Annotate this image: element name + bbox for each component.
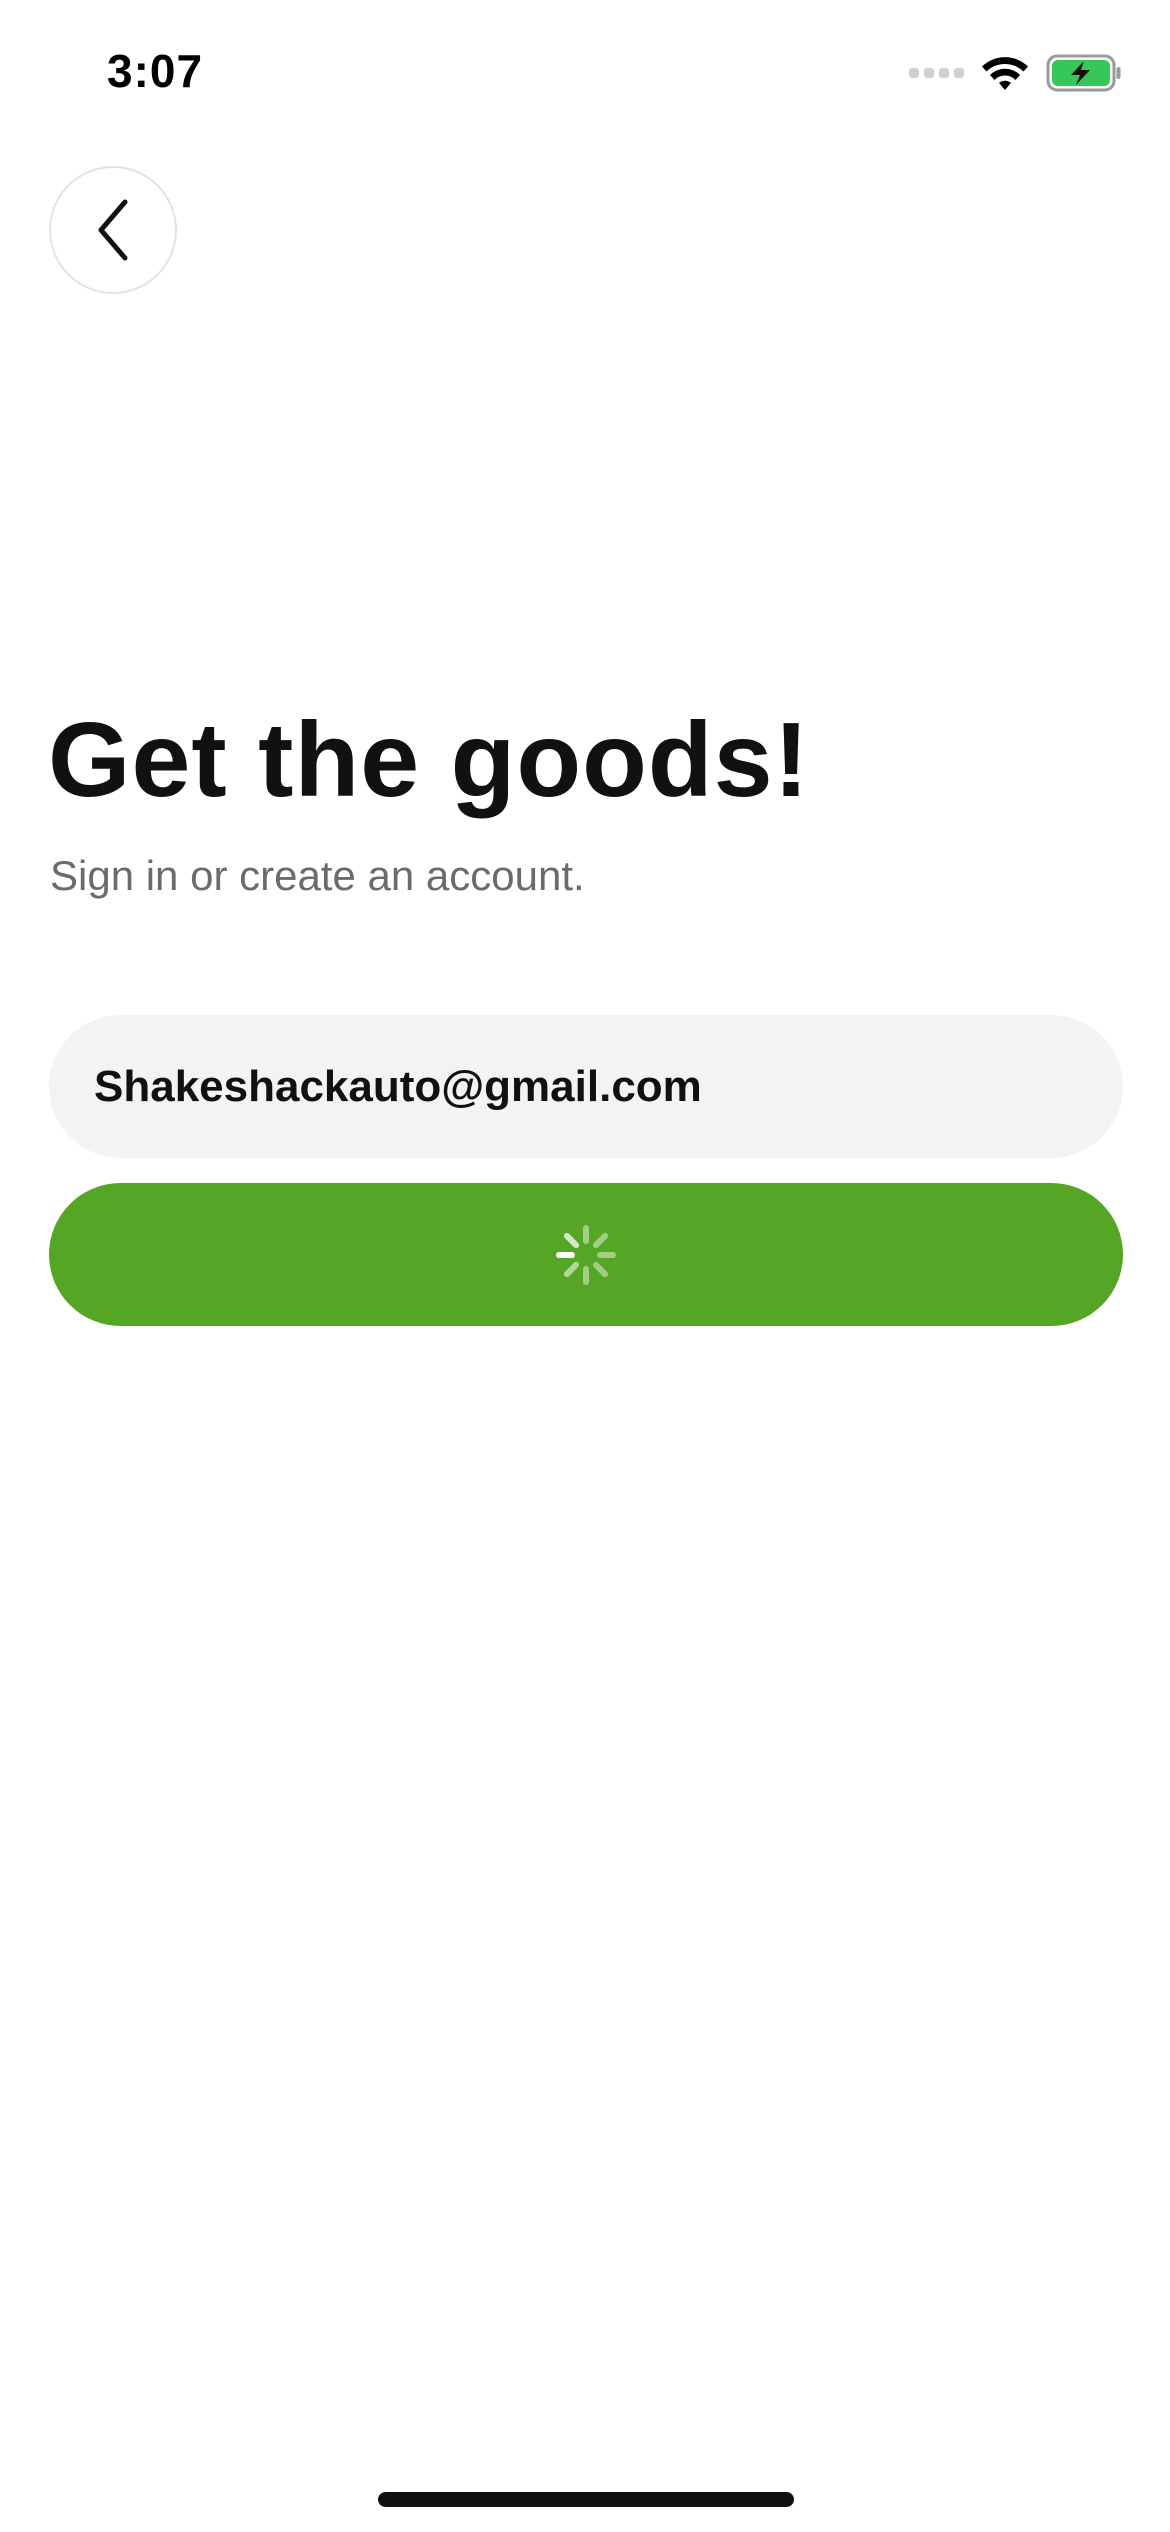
status-bar-time: 3:07 xyxy=(107,45,204,97)
page-subtitle: Sign in or create an account. xyxy=(50,852,585,899)
continue-button[interactable] xyxy=(49,1183,1123,1326)
home-indicator xyxy=(378,2492,794,2507)
sign-in-screen: 3:07 Get the goods! Sign in or create an… xyxy=(0,0,1170,2532)
loading-spinner-icon xyxy=(556,1224,616,1285)
chevron-left-icon xyxy=(98,199,128,261)
back-button[interactable] xyxy=(49,166,177,294)
battery-charging-icon xyxy=(1046,54,1121,92)
page-title: Get the goods! xyxy=(48,701,810,819)
email-field[interactable] xyxy=(49,1015,1123,1158)
wifi-icon xyxy=(982,57,1028,90)
status-bar-icons xyxy=(909,50,1122,96)
email-input[interactable] xyxy=(94,1061,1078,1112)
cellular-signal-icon xyxy=(909,68,964,78)
